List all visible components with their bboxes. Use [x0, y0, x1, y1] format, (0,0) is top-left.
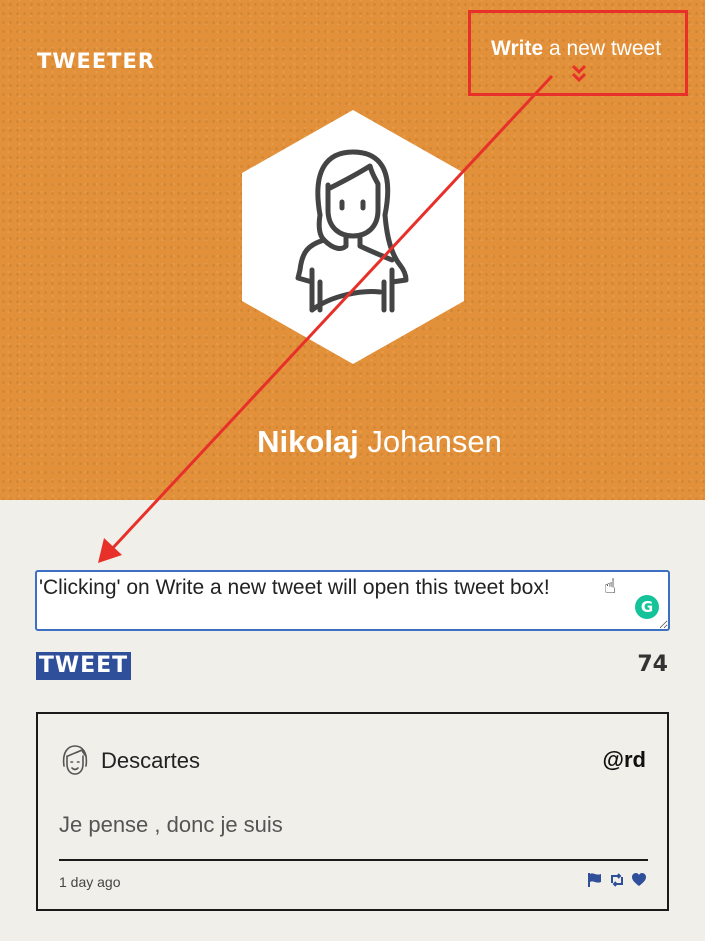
profile-last-name: Johansen [358, 424, 502, 459]
tweet-timestamp: 1 day ago [59, 874, 121, 890]
grammarly-icon[interactable]: G [635, 595, 659, 619]
tweet-actions [587, 872, 647, 888]
heart-icon[interactable] [631, 872, 647, 888]
user-avatar-icon [62, 745, 88, 775]
profile-header: TWEETER Write a new tweet Nikolaj Johans… [0, 0, 705, 500]
page: TWEETER Write a new tweet Nikolaj Johans… [0, 0, 705, 941]
tweet-divider [59, 859, 648, 861]
profile-first-name: Nikolaj [257, 424, 359, 459]
annotation-highlight-box [468, 10, 688, 96]
character-counter: 74 [637, 652, 668, 677]
tweet-author-handle[interactable]: @rd [603, 747, 646, 773]
tweet-card: Descartes @rd Je pense , donc je suis 1 … [36, 712, 669, 911]
profile-avatar [242, 110, 464, 364]
flag-icon[interactable] [587, 872, 603, 888]
tweet-text: Je pense , donc je suis [59, 812, 283, 837]
retweet-icon[interactable] [609, 872, 625, 888]
hand-pointer-icon: ☝ [604, 576, 617, 598]
profile-name: Nikolaj Johansen [0, 424, 705, 460]
tweet-author-name[interactable]: Descartes [101, 748, 200, 774]
brand-logo[interactable]: TWEETER [37, 49, 155, 73]
tweet-button[interactable]: TWEET [36, 652, 131, 680]
tweet-textarea[interactable] [35, 570, 670, 631]
